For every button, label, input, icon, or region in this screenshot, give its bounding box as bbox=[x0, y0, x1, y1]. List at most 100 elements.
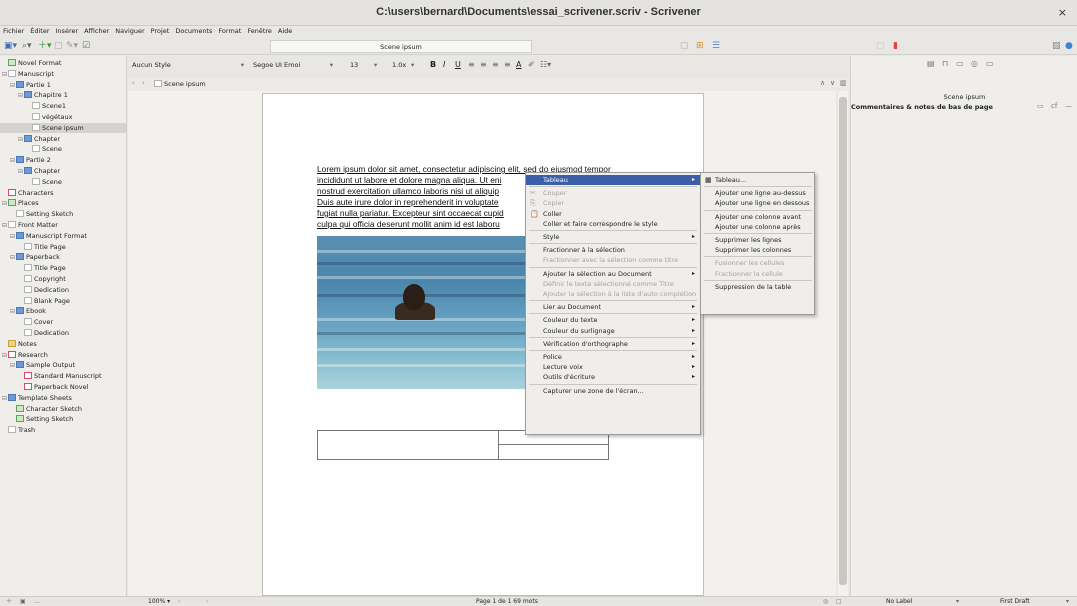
binder-item[interactable]: ⊟ Partie 2 bbox=[0, 155, 126, 165]
menu-item[interactable]: Outils d'écriture ▸ bbox=[526, 372, 700, 382]
menu-fichier[interactable]: Fichier bbox=[0, 26, 27, 37]
menu-item[interactable]: Couleur du surlignage ▸ bbox=[526, 326, 700, 336]
inspector-icon[interactable]: ▨ bbox=[1052, 41, 1061, 51]
table-cell[interactable] bbox=[318, 431, 499, 459]
menu-item[interactable]: Ajouter la sélection au Document ▸ bbox=[526, 269, 700, 279]
binder-item[interactable]: ⊟ Template Sheets bbox=[0, 393, 126, 403]
menu-item[interactable]: Tableau ▸ bbox=[526, 175, 700, 185]
underline-icon[interactable]: U bbox=[455, 60, 461, 70]
binder-item[interactable]: ⊟ Places bbox=[0, 198, 126, 208]
single-view-icon[interactable]: ▢ bbox=[680, 41, 689, 51]
font-select[interactable]: Segoe UI Emoi ▾ bbox=[253, 60, 333, 70]
binder-item[interactable]: ⊟ Chapitre 1 bbox=[0, 90, 126, 100]
menu-documents[interactable]: Documents bbox=[172, 26, 215, 37]
menu-insérer[interactable]: Insérer bbox=[53, 26, 82, 37]
info-icon[interactable]: ● bbox=[1065, 41, 1073, 51]
binder-item[interactable]: ⊟ Manuscript Format bbox=[0, 231, 126, 241]
inline-photo[interactable] bbox=[317, 236, 537, 389]
align-left-icon[interactable]: ≡ bbox=[468, 60, 475, 70]
footnote-icon[interactable]: cf bbox=[1051, 102, 1057, 110]
bookmark-icon[interactable]: ⊓ bbox=[942, 59, 948, 68]
snapshot-icon[interactable]: ◎ bbox=[971, 59, 978, 68]
align-justify-icon[interactable]: ≡ bbox=[504, 60, 511, 70]
binder-item[interactable]: ⊟ Partie 1 bbox=[0, 80, 126, 90]
list-icon[interactable]: ☷▾ bbox=[540, 60, 551, 70]
binder-item[interactable]: ⊟ Chapter bbox=[0, 134, 126, 144]
bold-icon[interactable]: B bbox=[430, 60, 436, 70]
binder-item[interactable]: Scene1 bbox=[0, 101, 126, 111]
menu-item[interactable]: Vérification d'orthographe ▸ bbox=[526, 339, 700, 349]
binder-item[interactable]: ⊟ Chapter bbox=[0, 166, 126, 176]
binder-item[interactable]: ⊟ Front Matter bbox=[0, 220, 126, 230]
edit-icon[interactable]: ✎▾ bbox=[66, 41, 78, 51]
menu-item[interactable]: Ajouter une ligne en dessous bbox=[701, 198, 814, 208]
binder-item[interactable]: Dedication bbox=[0, 285, 126, 295]
nav-up-icon[interactable]: ∧ bbox=[820, 79, 825, 87]
menu-item[interactable]: Lier au Document ▸ bbox=[526, 302, 700, 312]
binder-item[interactable]: Title Page bbox=[0, 263, 126, 273]
binder-item[interactable]: ⊟ Ebook bbox=[0, 306, 126, 316]
menu-item[interactable]: Supprimer les lignes bbox=[701, 235, 814, 245]
nav-down-icon[interactable]: ∨ bbox=[830, 79, 835, 87]
bookmark-icon[interactable]: ▮ bbox=[893, 41, 898, 51]
checkbox-icon[interactable]: ☑ bbox=[82, 41, 90, 51]
binder-item[interactable]: ⊟ Research bbox=[0, 350, 126, 360]
binder-item[interactable]: ⊟ Sample Output bbox=[0, 360, 126, 370]
menu-item[interactable]: Ajouter une colonne avant bbox=[701, 212, 814, 222]
menu-format[interactable]: Format bbox=[215, 26, 244, 37]
menu-item[interactable]: Ajouter une ligne au-dessus bbox=[701, 188, 814, 198]
binder-item[interactable]: Scene ipsum bbox=[0, 122, 126, 133]
size-chevron-icon[interactable]: ▾ bbox=[374, 60, 390, 70]
binder-item[interactable]: Setting Sketch bbox=[0, 414, 126, 424]
binder-item[interactable]: ⊟ Manuscript bbox=[0, 69, 126, 79]
menu-item[interactable]: Style ▸ bbox=[526, 232, 700, 242]
binder-item[interactable]: Title Page bbox=[0, 242, 126, 252]
binder-item[interactable]: Notes bbox=[0, 339, 126, 349]
menu-item[interactable]: Suppression de la table bbox=[701, 282, 814, 292]
split-icon[interactable]: ▥ bbox=[840, 79, 847, 87]
binder-item[interactable]: Copyright bbox=[0, 274, 126, 284]
menu-projet[interactable]: Projet bbox=[148, 26, 173, 37]
remove-icon[interactable]: — bbox=[1065, 102, 1072, 110]
menu-item[interactable]: Lecture voix ▸ bbox=[526, 362, 700, 372]
binder-item[interactable]: Paperback Novel bbox=[0, 382, 126, 392]
notes-icon[interactable]: ▤ bbox=[927, 59, 935, 68]
menu-item[interactable]: Supprimer les colonnes bbox=[701, 245, 814, 255]
binder-item[interactable]: Standard Manuscript bbox=[0, 371, 126, 381]
binder-item[interactable]: Scene bbox=[0, 177, 126, 187]
folder-icon[interactable]: ▢ bbox=[54, 41, 63, 51]
align-right-icon[interactable]: ≡ bbox=[492, 60, 499, 70]
grid-view-icon[interactable]: ⊞ bbox=[696, 41, 704, 51]
menu-afficher[interactable]: Afficher bbox=[81, 26, 112, 37]
spacing-chevron-icon[interactable]: ▾ bbox=[411, 60, 421, 70]
comment-icon[interactable]: ▭ bbox=[1037, 102, 1044, 110]
menu-aide[interactable]: Aide bbox=[275, 26, 295, 37]
scrollbar-thumb[interactable] bbox=[839, 97, 847, 585]
menu-naviguer[interactable]: Naviguer bbox=[112, 26, 147, 37]
binder-item[interactable]: Trash bbox=[0, 425, 126, 435]
menu-fenêtre[interactable]: Fenêtre bbox=[244, 26, 275, 37]
document-title-field[interactable]: Scene ipsum bbox=[270, 40, 532, 53]
text-color-icon[interactable]: A bbox=[516, 60, 521, 70]
compile-icon[interactable]: ▢ bbox=[876, 41, 885, 51]
comments-icon[interactable]: ▭ bbox=[986, 59, 994, 68]
binder-item[interactable]: Character Sketch bbox=[0, 404, 126, 414]
menu-item[interactable]: Couleur du texte ▸ bbox=[526, 315, 700, 325]
align-center-icon[interactable]: ≡ bbox=[480, 60, 487, 70]
binder-item[interactable]: ⊟ Paperback bbox=[0, 252, 126, 262]
binder-item[interactable]: Blank Page bbox=[0, 296, 126, 306]
close-icon[interactable]: × bbox=[1058, 6, 1067, 19]
menu-item[interactable]: Fractionner à la sélection bbox=[526, 245, 700, 255]
menu-item[interactable]: 📋 Coller bbox=[526, 209, 700, 219]
binder-item[interactable]: végétaux bbox=[0, 112, 126, 122]
binder-item[interactable]: Characters bbox=[0, 188, 126, 198]
forward-arrow-icon[interactable]: › bbox=[142, 79, 145, 87]
binder-item[interactable]: Setting Sketch bbox=[0, 209, 126, 219]
menu-item[interactable]: Ajouter une colonne après bbox=[701, 222, 814, 232]
binder-item[interactable]: Novel Format bbox=[0, 58, 126, 68]
menu-item[interactable]: Coller et faire correspondre le style bbox=[526, 219, 700, 229]
binder-icon[interactable]: ▣▾ bbox=[4, 41, 17, 51]
tag-icon[interactable]: ▭ bbox=[956, 59, 964, 68]
doc-breadcrumb[interactable]: Scene ipsum bbox=[154, 80, 206, 88]
outline-view-icon[interactable]: ☰ bbox=[712, 41, 720, 51]
